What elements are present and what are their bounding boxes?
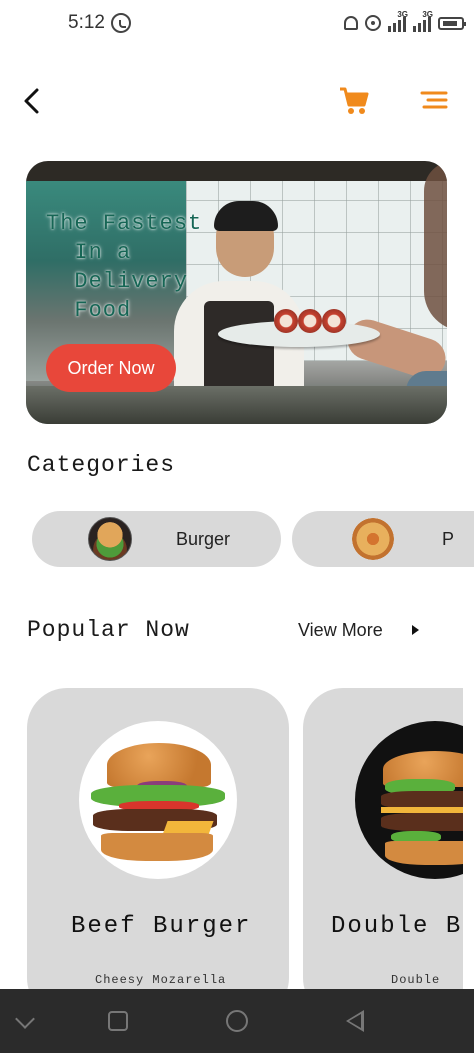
- status-time: 5:12: [68, 12, 105, 33]
- food-name: Beef Burger: [71, 913, 252, 940]
- status-icons: 3G 3G: [344, 10, 466, 34]
- network-label: 3G: [397, 10, 408, 19]
- arrow-right-icon[interactable]: [412, 625, 419, 635]
- signal-icon: 3G: [388, 10, 408, 32]
- pizza-icon: [352, 518, 394, 560]
- category-burger[interactable]: Burger: [32, 511, 281, 567]
- whatsapp-icon: [111, 13, 131, 33]
- view-more-link[interactable]: View More: [298, 620, 383, 641]
- category-pizza[interactable]: P: [292, 511, 474, 567]
- signal-icon-2: 3G: [413, 10, 433, 32]
- hotspot-icon: [365, 15, 381, 31]
- recents-icon[interactable]: [108, 1011, 128, 1031]
- food-name: Double B: [331, 913, 463, 940]
- network-label-2: 3G: [422, 10, 433, 19]
- food-card-double-burger[interactable]: Double B Double: [303, 688, 463, 1018]
- order-now-button[interactable]: Order Now: [46, 344, 176, 392]
- beef-burger-image: [79, 721, 237, 879]
- food-subtitle: Double: [391, 973, 441, 987]
- categories-title: Categories: [27, 452, 176, 478]
- menu-icon[interactable]: [420, 89, 448, 111]
- chevron-left-icon[interactable]: [18, 86, 48, 116]
- hero-title: The Fastest In a Delivery Food: [46, 211, 203, 323]
- category-label: P: [442, 528, 455, 549]
- hero-banner: The Fastest In a Delivery Food Order Now: [26, 161, 447, 424]
- burger-icon: [88, 517, 132, 561]
- notification-bell-icon: [344, 16, 358, 30]
- back-icon[interactable]: [346, 1010, 364, 1032]
- double-burger-image: [355, 721, 463, 879]
- food-subtitle: Cheesy Mozarella: [95, 973, 227, 987]
- category-label: Burger: [176, 528, 231, 549]
- food-card-beef-burger[interactable]: Beef Burger Cheesy Mozarella: [27, 688, 289, 1018]
- battery-icon: [438, 16, 466, 30]
- cart-icon[interactable]: [338, 86, 370, 116]
- popular-title: Popular Now: [27, 617, 190, 643]
- home-icon[interactable]: [226, 1010, 248, 1032]
